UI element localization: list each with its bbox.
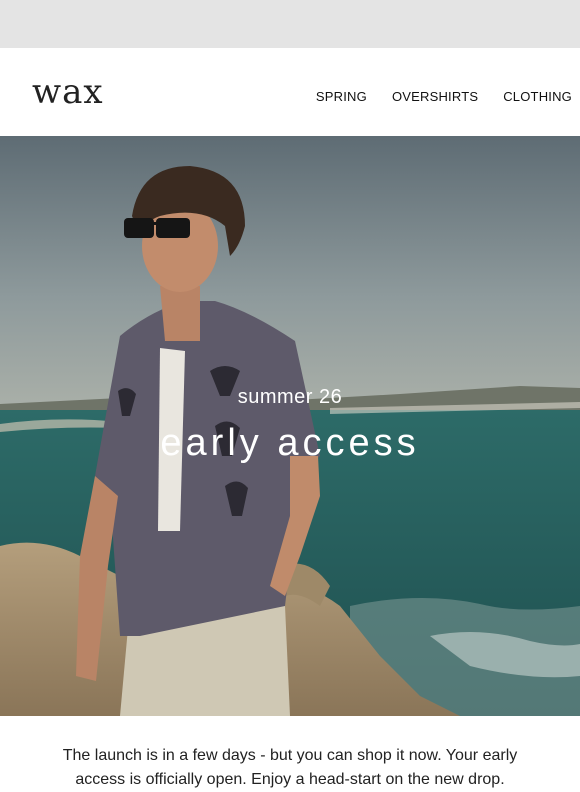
hero-subtitle: summer 26 (237, 386, 343, 408)
nav-item-overshirts[interactable]: OVERSHIRTS (392, 89, 478, 104)
nav-item-spring[interactable]: SPRING (316, 89, 367, 104)
intro-text: The launch is in a few days - but you ca… (62, 747, 518, 788)
main-nav: SPRING OVERSHIRTS CLOTHING (291, 89, 572, 104)
hero-banner[interactable]: summer 26 early access (0, 136, 580, 716)
hero-title: early access (160, 422, 420, 464)
brand-logo[interactable]: wax (32, 70, 104, 114)
email-header: wax SPRING OVERSHIRTS CLOTHING (0, 48, 580, 136)
nav-item-clothing[interactable]: CLOTHING (503, 89, 572, 104)
top-spacer-bar (0, 0, 580, 48)
